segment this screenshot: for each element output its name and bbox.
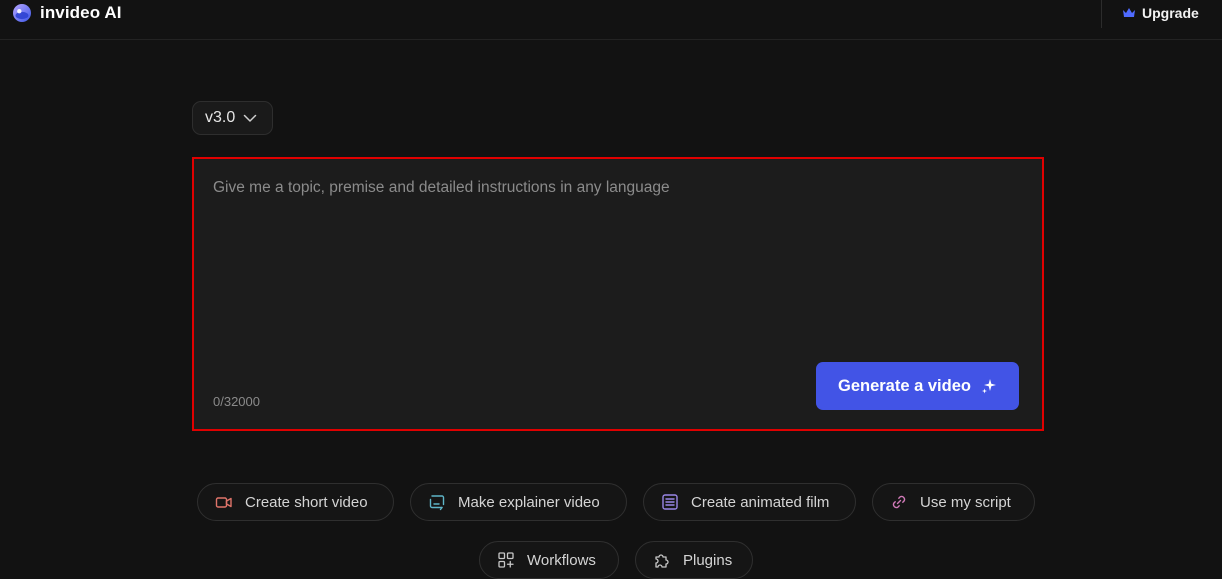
- chip-label: Create animated film: [691, 494, 829, 511]
- invideo-logo-icon: [12, 3, 32, 23]
- version-select[interactable]: v3.0: [192, 101, 273, 135]
- sparkle-icon: [981, 378, 997, 394]
- chip-label: Create short video: [245, 494, 368, 511]
- generate-video-button[interactable]: Generate a video: [816, 362, 1019, 410]
- generate-video-label: Generate a video: [838, 377, 971, 396]
- character-counter: 0/32000: [213, 394, 260, 409]
- upgrade-button[interactable]: Upgrade: [1122, 3, 1199, 23]
- version-value: v3.0: [205, 109, 235, 127]
- make-explainer-video-chip[interactable]: Make explainer video: [410, 483, 627, 521]
- presentation-icon: [428, 493, 446, 511]
- workflows-chip[interactable]: Workflows: [479, 541, 619, 579]
- plugins-chip[interactable]: Plugins: [635, 541, 753, 579]
- create-animated-film-chip[interactable]: Create animated film: [643, 483, 856, 521]
- prompt-input[interactable]: [213, 179, 1023, 339]
- chip-label: Use my script: [920, 494, 1011, 511]
- create-short-video-chip[interactable]: Create short video: [197, 483, 394, 521]
- prompt-box: 0/32000 Generate a video: [192, 157, 1044, 431]
- crown-icon: [1122, 7, 1136, 19]
- document-lines-icon: [661, 493, 679, 511]
- puzzle-icon: [653, 551, 671, 569]
- use-my-script-chip[interactable]: Use my script: [872, 483, 1035, 521]
- chevron-down-icon: [243, 114, 257, 123]
- brand-logo[interactable]: invideo AI: [12, 2, 122, 24]
- video-camera-icon: [215, 493, 233, 511]
- chip-label: Workflows: [527, 552, 596, 569]
- chip-label: Make explainer video: [458, 494, 600, 511]
- brand-name: invideo AI: [40, 3, 122, 23]
- link-icon: [890, 493, 908, 511]
- topbar-divider: [1101, 0, 1102, 28]
- top-bar: invideo AI Upgrade: [0, 0, 1222, 40]
- upgrade-label: Upgrade: [1142, 5, 1199, 21]
- chip-label: Plugins: [683, 552, 732, 569]
- grid-plus-icon: [497, 551, 515, 569]
